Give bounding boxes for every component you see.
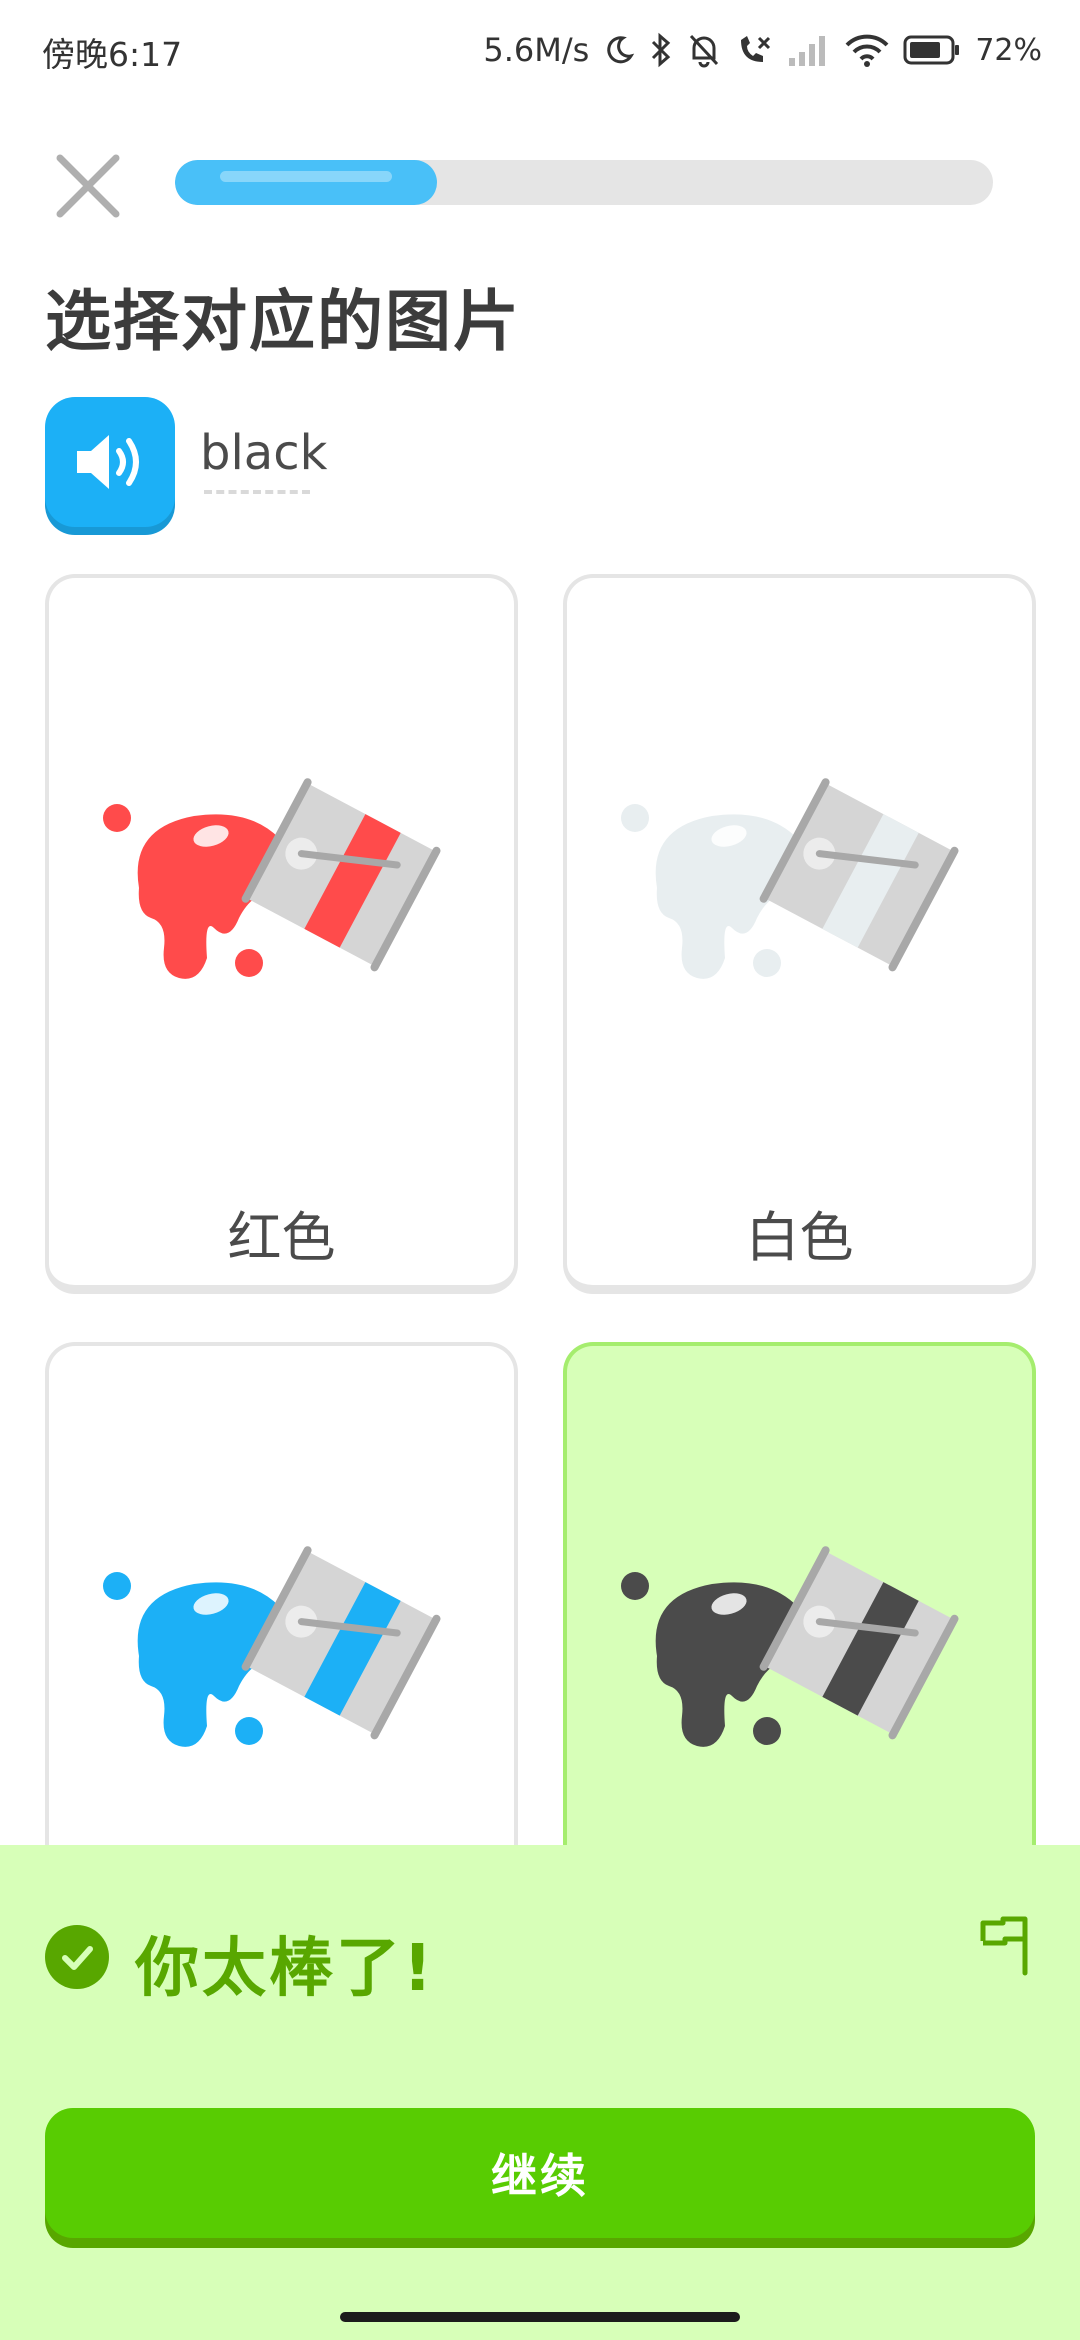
paint-bucket-black-icon bbox=[621, 1546, 959, 1747]
paint-bucket-blue-icon bbox=[103, 1546, 441, 1747]
feedback-panel: 你太棒了! 继续 bbox=[0, 1845, 1080, 2340]
wifi-icon bbox=[845, 34, 889, 67]
option-label: 红色 bbox=[227, 1206, 336, 1269]
option-label: 白色 bbox=[745, 1206, 854, 1269]
phone-missed-icon bbox=[741, 36, 771, 62]
feedback-title: 你太棒了! bbox=[135, 1932, 436, 2006]
home-indicator[interactable] bbox=[340, 2312, 740, 2322]
bell-off-icon bbox=[690, 34, 719, 68]
play-audio-button[interactable] bbox=[45, 397, 175, 527]
close-icon bbox=[56, 154, 120, 218]
status-bar: 傍晚6:17 5.6M/s 72% bbox=[0, 0, 1080, 100]
option-card-white[interactable]: 白色 bbox=[563, 574, 1036, 1294]
report-button[interactable] bbox=[975, 1915, 1037, 1977]
bluetooth-icon bbox=[652, 32, 671, 68]
option-card-red[interactable]: 红色 bbox=[45, 574, 518, 1294]
continue-button[interactable]: 继续 bbox=[45, 2108, 1035, 2238]
signal-icon bbox=[789, 36, 826, 66]
close-button[interactable] bbox=[50, 148, 126, 224]
prompt-word-underline bbox=[204, 490, 310, 494]
check-circle-icon bbox=[45, 1925, 109, 1989]
battery-icon bbox=[903, 35, 960, 65]
net-speed: 5.6M/s bbox=[483, 31, 590, 69]
speaker-icon bbox=[77, 435, 139, 489]
battery-level: 72% bbox=[975, 32, 1042, 68]
page-title: 选择对应的图片 bbox=[45, 283, 521, 360]
paint-bucket-white-icon bbox=[621, 778, 959, 979]
flag-icon bbox=[980, 1916, 1028, 1976]
status-icons: 5.6M/s 72% bbox=[483, 26, 1042, 74]
lesson-progress-fill bbox=[175, 160, 437, 205]
lesson-progress-bar bbox=[175, 160, 993, 205]
prompt-word[interactable]: black bbox=[200, 425, 327, 481]
paint-bucket-red-icon bbox=[103, 778, 441, 979]
moon-icon bbox=[607, 36, 635, 64]
status-time: 傍晚6:17 bbox=[42, 35, 183, 74]
